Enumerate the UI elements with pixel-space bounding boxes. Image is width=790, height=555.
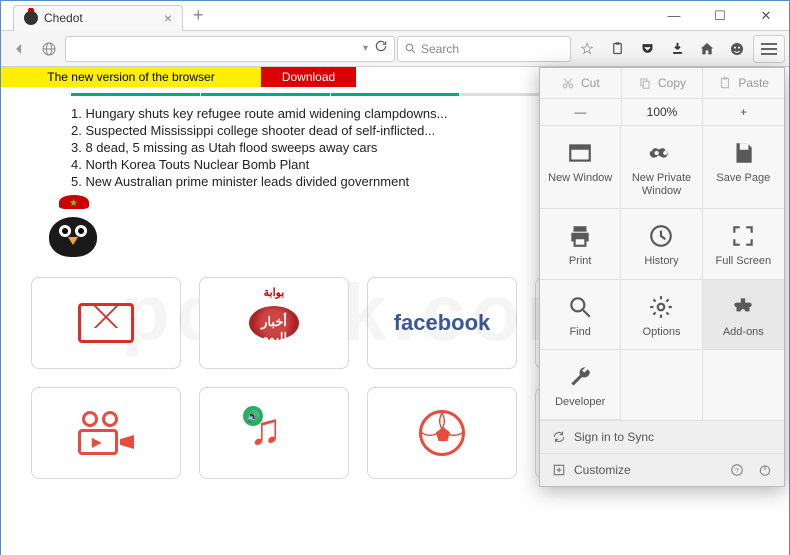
back-button[interactable]: [5, 35, 33, 63]
menu-full-screen[interactable]: Full Screen: [703, 209, 784, 279]
url-dropdown-icon[interactable]: ▾: [363, 43, 368, 54]
menu-footer: Sign in to Sync Customize ?: [540, 420, 784, 486]
menu-button[interactable]: [753, 35, 785, 63]
power-icon[interactable]: [758, 463, 772, 477]
search-icon: [404, 42, 417, 55]
tile-arabic-news[interactable]: بوابةأخبار اليوم: [199, 277, 349, 369]
menu-new-private[interactable]: New Private Window: [621, 126, 702, 209]
bookmark-star-icon[interactable]: ☆: [573, 35, 601, 63]
reload-icon[interactable]: [374, 39, 388, 58]
pocket-icon[interactable]: [633, 35, 661, 63]
title-bar: Chedot × + — ☐ ✕: [1, 1, 789, 31]
menu-find[interactable]: Find: [540, 280, 621, 350]
mascot-icon: ★: [41, 201, 105, 257]
home-icon[interactable]: [693, 35, 721, 63]
smiley-icon[interactable]: [723, 35, 751, 63]
tile-facebook[interactable]: facebook: [367, 277, 517, 369]
menu-save-page[interactable]: Save Page: [703, 126, 784, 209]
menu-addons[interactable]: Add-ons: [703, 280, 784, 350]
browser-tab[interactable]: Chedot ×: [13, 5, 183, 31]
sync-icon: [552, 430, 566, 444]
zoom-level: 100%: [622, 99, 704, 125]
tab-title: Chedot: [44, 11, 83, 25]
customize-icon: [552, 463, 566, 477]
football-icon: [419, 410, 465, 456]
cut-button[interactable]: Cut: [540, 68, 622, 98]
signin-sync[interactable]: Sign in to Sync: [540, 421, 784, 454]
globe-icon[interactable]: [35, 35, 63, 63]
url-bar[interactable]: ▾: [65, 36, 395, 62]
new-tab-button[interactable]: +: [187, 5, 210, 26]
banner-text: The new version of the browser: [1, 67, 261, 87]
search-placeholder: Search: [421, 42, 459, 56]
maximize-button[interactable]: ☐: [697, 1, 743, 31]
search-bar[interactable]: Search: [397, 36, 571, 62]
menu-options[interactable]: Options: [621, 280, 702, 350]
zoom-out-button[interactable]: —: [540, 99, 622, 125]
menu-developer[interactable]: Developer: [540, 350, 621, 420]
tile-video[interactable]: ▶: [31, 387, 181, 479]
zoom-in-button[interactable]: +: [703, 99, 784, 125]
window-controls: — ☐ ✕: [651, 1, 789, 31]
menu-history[interactable]: History: [621, 209, 702, 279]
help-icon[interactable]: ?: [730, 463, 744, 477]
edit-row: Cut Copy Paste: [540, 68, 784, 99]
svg-text:?: ?: [735, 466, 739, 475]
customize-row[interactable]: Customize ?: [540, 454, 784, 486]
camera-icon: ▶: [78, 411, 134, 455]
tile-gmail[interactable]: [31, 277, 181, 369]
gmail-icon: [78, 303, 134, 343]
menu-grid: New Window New Private Window Save Page …: [540, 126, 784, 420]
app-menu-panel: Cut Copy Paste — 100% + New Window New P…: [539, 67, 785, 487]
zoom-row: — 100% +: [540, 99, 784, 126]
tab-close-icon[interactable]: ×: [164, 10, 172, 26]
clipboard-icon[interactable]: [603, 35, 631, 63]
paste-button[interactable]: Paste: [703, 68, 784, 98]
copy-button[interactable]: Copy: [622, 68, 704, 98]
menu-new-window[interactable]: New Window: [540, 126, 621, 209]
download-icon[interactable]: [663, 35, 691, 63]
tile-football[interactable]: [367, 387, 517, 479]
close-window-button[interactable]: ✕: [743, 1, 789, 31]
menu-print[interactable]: Print: [540, 209, 621, 279]
minimize-button[interactable]: —: [651, 1, 697, 31]
tile-music[interactable]: 🔊♫: [199, 387, 349, 479]
tab-favicon: [24, 11, 38, 25]
music-icon: 🔊♫: [249, 408, 299, 458]
nav-toolbar: ▾ Search ☆: [1, 31, 789, 67]
banner-download-button[interactable]: Download: [261, 67, 356, 87]
